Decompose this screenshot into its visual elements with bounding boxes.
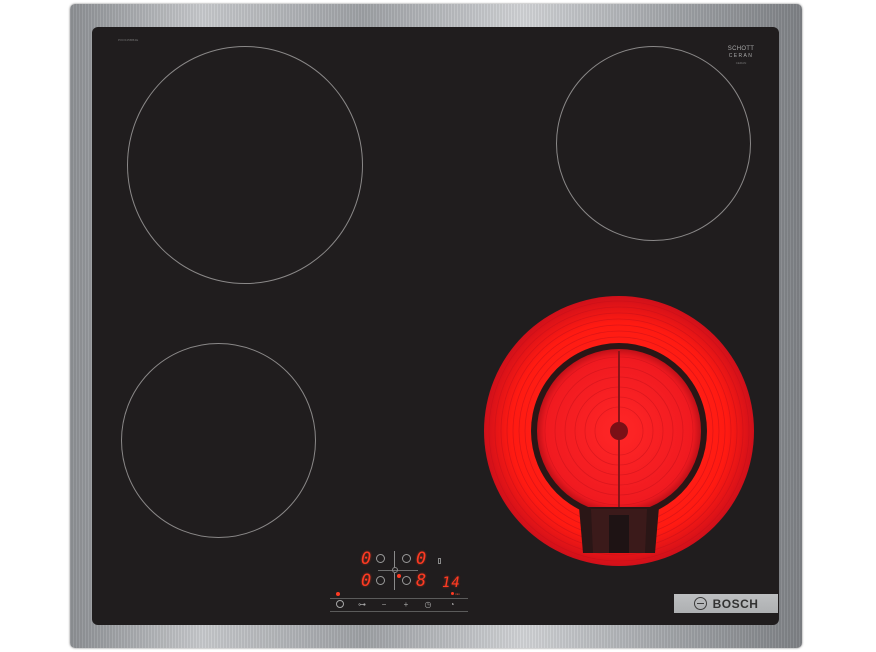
display-divider-lower bbox=[394, 573, 395, 590]
residual-heat-icon bbox=[438, 558, 441, 564]
glass-brand-line3: CERAN bbox=[735, 61, 747, 65]
clock-button[interactable]: ◔ bbox=[442, 599, 462, 611]
power-indicator-led bbox=[336, 592, 340, 596]
rear-right-zone-selector[interactable] bbox=[402, 554, 411, 563]
childlock-button[interactable]: ⊶ bbox=[352, 599, 372, 611]
cooking-zone-front-left bbox=[121, 343, 316, 538]
brand-plate: BOSCH bbox=[674, 594, 778, 613]
cooking-zone-rear-left bbox=[127, 46, 363, 284]
timer-indicator-led bbox=[451, 592, 454, 595]
minus-button[interactable]: − bbox=[374, 599, 394, 611]
timer-icon: ◷ bbox=[424, 600, 432, 609]
power-button[interactable] bbox=[330, 599, 350, 611]
display-divider bbox=[394, 551, 395, 568]
bosch-armature-icon bbox=[693, 597, 707, 610]
timer-display: 14 bbox=[442, 575, 461, 591]
cooking-zone-rear-right bbox=[556, 46, 751, 241]
brand-name: BOSCH bbox=[712, 596, 759, 611]
control-panel: 0 0 0 8 14 min ⊶ − + ◷ ◔ bbox=[330, 548, 470, 614]
timer-button[interactable]: ◷ bbox=[418, 599, 438, 611]
power-icon bbox=[336, 600, 344, 608]
rear-left-zone-selector[interactable] bbox=[376, 554, 385, 563]
timer-unit-label: min bbox=[455, 592, 460, 596]
model-code: PKF645BB2E bbox=[118, 38, 139, 42]
front-right-level-display: 8 bbox=[416, 571, 428, 591]
front-left-zone-selector[interactable] bbox=[376, 576, 385, 585]
glass-brand-mark: SCHOTT CERAN CERAN bbox=[722, 46, 760, 67]
touch-control-strip: ⊶ − + ◷ ◔ bbox=[330, 598, 468, 612]
zone-map-line bbox=[378, 570, 418, 571]
rear-left-level-display: 0 bbox=[361, 549, 373, 569]
cooking-zone-front-right-heating bbox=[484, 296, 754, 566]
clock-icon: ◔ bbox=[449, 600, 455, 609]
plus-button[interactable]: + bbox=[396, 599, 416, 611]
front-right-zone-selector[interactable] bbox=[402, 576, 411, 585]
glass-brand-line2: CERAN bbox=[728, 53, 754, 59]
minus-label: − bbox=[381, 600, 387, 609]
zone-map-center-icon bbox=[392, 567, 398, 573]
plus-label: + bbox=[403, 600, 409, 609]
glass-brand-line1: SCHOTT bbox=[727, 46, 755, 52]
key-icon: ⊶ bbox=[358, 600, 366, 609]
front-left-level-display: 0 bbox=[361, 571, 373, 591]
rear-right-level-display: 0 bbox=[416, 549, 428, 569]
active-zone-indicator bbox=[397, 574, 401, 578]
